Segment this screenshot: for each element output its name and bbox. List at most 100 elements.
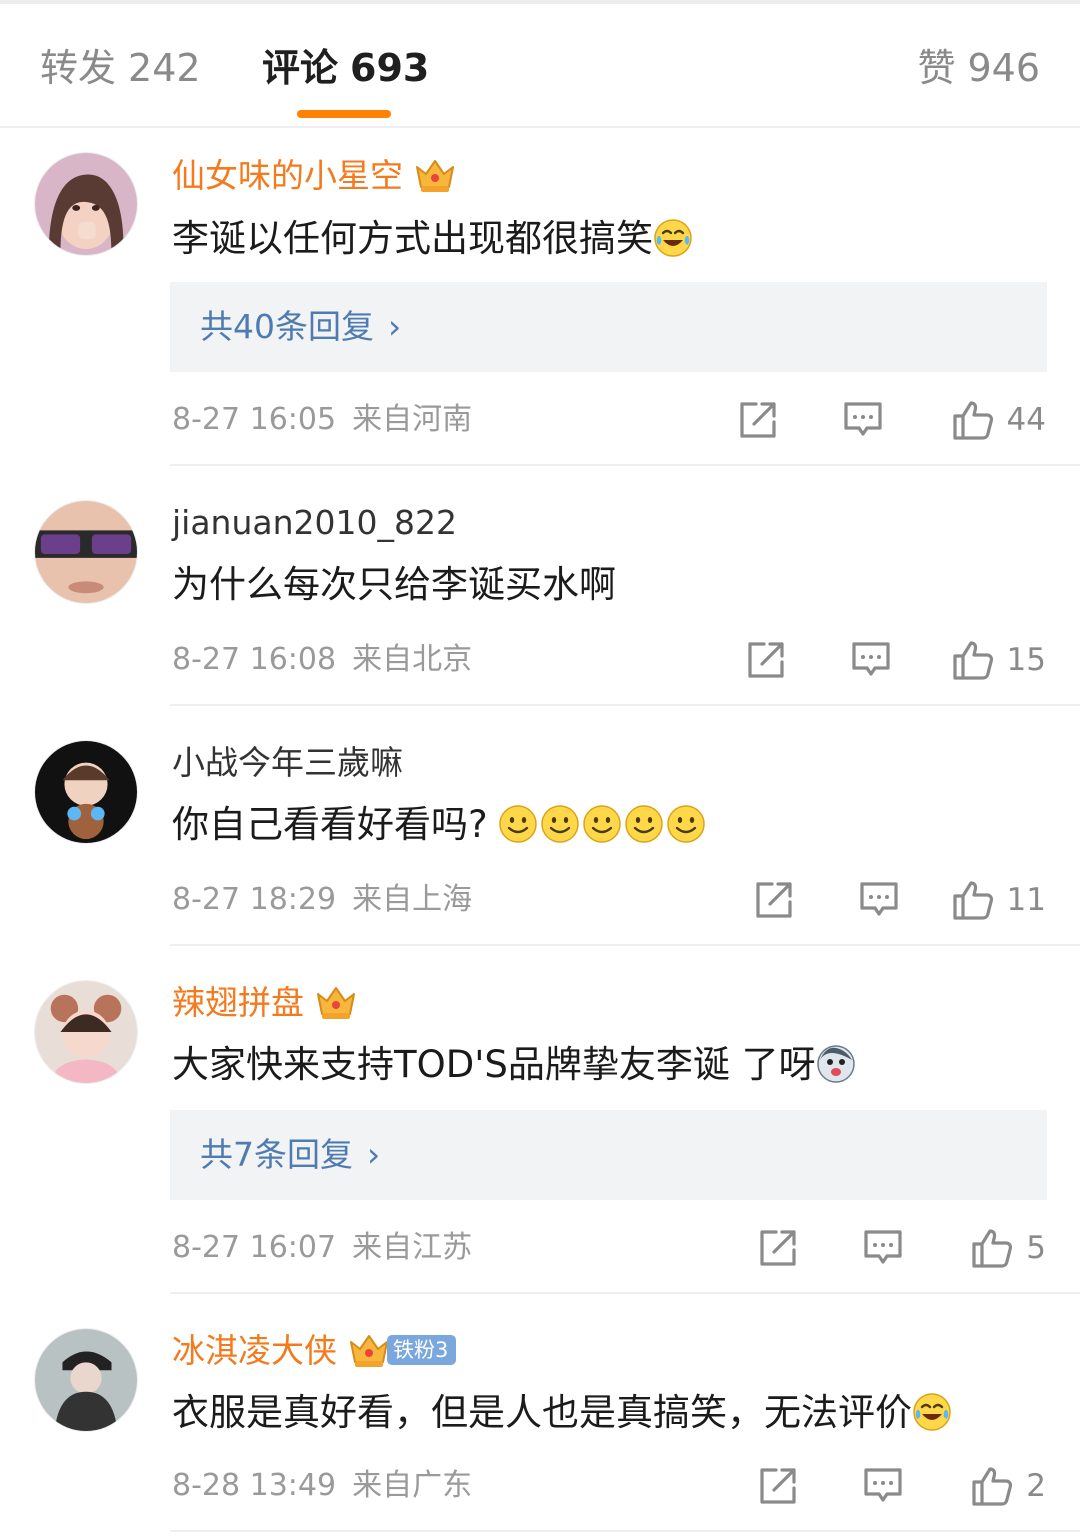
fan-badge: 铁粉3 xyxy=(387,1334,457,1365)
tab-repost[interactable]: 转发 242 xyxy=(40,44,201,92)
comment-time: 8-27 18:29 xyxy=(172,882,337,917)
like-count: 15 xyxy=(1006,642,1046,678)
divider xyxy=(170,1530,1080,1532)
username[interactable]: 仙女味的小星空 xyxy=(172,155,457,198)
comment-text: 李诞以任何方式出现都很搞笑 xyxy=(172,214,693,264)
like-count: 44 xyxy=(1006,402,1046,438)
smile-emoji-icon xyxy=(624,804,664,844)
like-button[interactable]: 2 xyxy=(970,1464,1046,1508)
username-text: 仙女味的小星空 xyxy=(172,156,403,195)
reply-icon[interactable] xyxy=(857,878,901,922)
chevron-right-icon: › xyxy=(388,307,402,346)
comment-meta: 8-28 13:49 来自广东 xyxy=(172,1466,472,1506)
replies-label: 共40条回复 xyxy=(200,307,374,346)
share-icon[interactable] xyxy=(756,1226,800,1270)
comment-text: 大家快来支持TOD'S品牌挚友李诞 了呀 xyxy=(172,1040,856,1090)
comment-item: 小战今年三歲嘛 你自己看看好看吗? 8-27 18:29 来自上海 11 xyxy=(0,706,1080,946)
comment-location: 来自广东 xyxy=(352,1468,473,1503)
vip-crown-icon xyxy=(314,982,358,1022)
username-text: jianuan2010_822 xyxy=(172,503,457,542)
tab-likes[interactable]: 赞 946 xyxy=(917,44,1040,92)
thumbs-up-icon xyxy=(951,638,995,682)
thumbs-up-icon xyxy=(970,1226,1014,1270)
tab-likes-label: 赞 xyxy=(917,46,956,90)
comment-item: 辣翅拼盘 大家快来支持TOD'S品牌挚友李诞 了呀 共7条回复 › 8-27 16… xyxy=(0,946,1080,1294)
comment-item: jianuan2010_822 为什么每次只给李诞买水啊 8-27 16:08 来… xyxy=(0,466,1080,706)
avatar[interactable] xyxy=(34,980,138,1084)
chevron-right-icon: › xyxy=(367,1135,381,1174)
username[interactable]: 辣翅拼盘 xyxy=(172,982,358,1025)
username[interactable]: 小战今年三歲嘛 xyxy=(172,742,403,784)
like-count: 5 xyxy=(1026,1230,1046,1266)
smile-emoji-icon xyxy=(498,804,538,844)
avatar[interactable] xyxy=(34,152,138,256)
comment-time: 8-27 16:08 xyxy=(172,642,337,677)
comment-time: 8-27 16:07 xyxy=(172,1230,337,1265)
replies-box[interactable]: 共7条回复 › xyxy=(170,1110,1047,1200)
comment-time: 8-28 13:49 xyxy=(172,1468,337,1503)
avatar[interactable] xyxy=(34,500,138,604)
avatar[interactable] xyxy=(34,740,138,844)
reply-icon[interactable] xyxy=(861,1226,905,1270)
comment-item: 仙女味的小星空 李诞以任何方式出现都很搞笑 共40条回复 › 8-27 16:05… xyxy=(0,126,1080,466)
username-text: 冰淇凌大侠 xyxy=(172,1331,337,1370)
smile-emoji-icon xyxy=(540,804,580,844)
tab-comment-label: 评论 xyxy=(262,46,339,90)
like-count: 11 xyxy=(1006,882,1046,918)
comment-text: 衣服是真好看，但是人也是真搞笑，无法评价 xyxy=(172,1388,952,1438)
comment-time: 8-27 16:05 xyxy=(172,402,337,437)
comment-text: 为什么每次只给李诞买水啊 xyxy=(172,560,616,610)
share-icon[interactable] xyxy=(736,398,780,442)
laughing-crying-emoji-icon xyxy=(653,218,693,258)
share-icon[interactable] xyxy=(752,878,796,922)
comment-text-content: 衣服是真好看，但是人也是真搞笑，无法评价 xyxy=(172,1391,912,1434)
replies-box[interactable]: 共40条回复 › xyxy=(170,282,1047,372)
comment-item: 冰淇凌大侠 铁粉3 衣服是真好看，但是人也是真搞笑，无法评价 8-28 13:49… xyxy=(0,1294,1080,1539)
comment-text-content: 大家快来支持TOD'S品牌挚友李诞 了呀 xyxy=(172,1043,816,1086)
laughing-emoji-icon xyxy=(912,1392,952,1432)
vip-crown-icon xyxy=(413,155,457,195)
tab-bar: 转发 242 评论 693 赞 946 xyxy=(0,4,1080,128)
smile-emoji-icon xyxy=(582,804,622,844)
view-replies-link[interactable]: 共40条回复 › xyxy=(200,304,401,350)
username[interactable]: 冰淇凌大侠 铁粉3 xyxy=(172,1330,457,1373)
comment-location: 来自北京 xyxy=(352,642,473,677)
comment-text: 你自己看看好看吗? xyxy=(172,800,706,850)
reply-icon[interactable] xyxy=(849,638,893,682)
like-button[interactable]: 44 xyxy=(951,398,1046,442)
like-button[interactable]: 15 xyxy=(951,638,1046,682)
vip-crown-icon xyxy=(347,1330,391,1370)
username[interactable]: jianuan2010_822 xyxy=(172,502,457,544)
like-button[interactable]: 5 xyxy=(970,1226,1046,1270)
active-tab-indicator xyxy=(297,110,391,118)
comment-meta: 8-27 16:07 来自江苏 xyxy=(172,1228,472,1268)
comment-meta: 8-27 16:08 来自北京 xyxy=(172,640,472,680)
tab-comment-count: 693 xyxy=(350,46,430,90)
comment-meta: 8-27 18:29 来自上海 xyxy=(172,880,472,920)
share-icon[interactable] xyxy=(744,638,788,682)
comment-text-content: 你自己看看好看吗? xyxy=(172,803,488,846)
comment-meta: 8-27 16:05 来自河南 xyxy=(172,400,472,440)
like-button[interactable]: 11 xyxy=(951,878,1046,922)
like-count: 2 xyxy=(1026,1468,1046,1504)
username-text: 辣翅拼盘 xyxy=(172,983,304,1022)
smile-emoji-icon xyxy=(666,804,706,844)
thumbs-up-icon xyxy=(951,878,995,922)
share-icon[interactable] xyxy=(756,1464,800,1508)
tab-comment[interactable]: 评论 693 xyxy=(262,44,429,92)
husky-emoji-icon xyxy=(816,1044,855,1083)
reply-icon[interactable] xyxy=(841,398,885,442)
tab-repost-count: 242 xyxy=(128,46,201,90)
view-replies-link[interactable]: 共7条回复 › xyxy=(200,1132,380,1178)
tab-likes-count: 946 xyxy=(967,46,1040,90)
replies-label: 共7条回复 xyxy=(200,1135,353,1174)
username-text: 小战今年三歲嘛 xyxy=(172,743,403,782)
comment-text-content: 为什么每次只给李诞买水啊 xyxy=(172,563,616,606)
comment-text-content: 李诞以任何方式出现都很搞笑 xyxy=(172,217,653,260)
tab-repost-label: 转发 xyxy=(40,46,117,90)
thumbs-up-icon xyxy=(951,398,995,442)
thumbs-up-icon xyxy=(970,1464,1014,1508)
comment-location: 来自江苏 xyxy=(352,1230,473,1265)
avatar[interactable] xyxy=(34,1328,138,1432)
reply-icon[interactable] xyxy=(861,1464,905,1508)
